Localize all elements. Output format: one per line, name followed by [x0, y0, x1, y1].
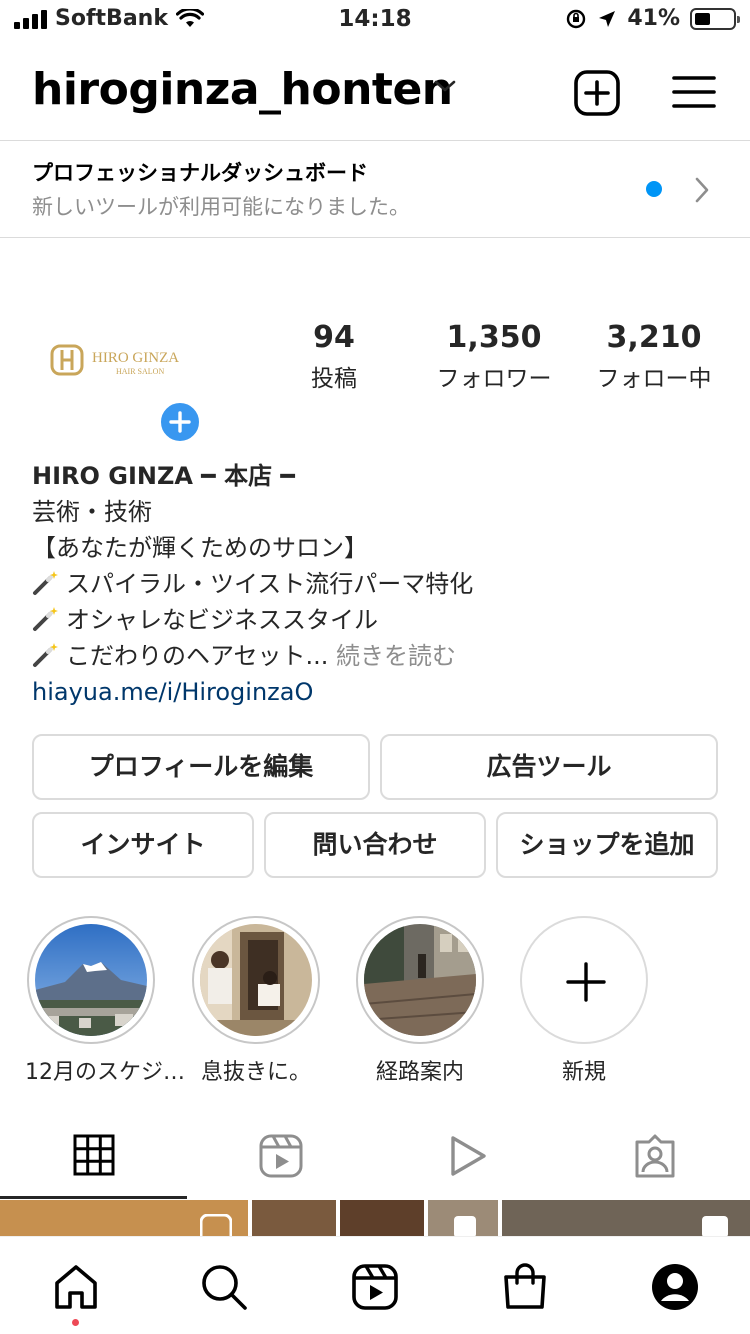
bio-line-wand: スパイラル・ツイスト流行パーマ特化: [32, 566, 732, 602]
contact-button[interactable]: 問い合わせ: [264, 812, 486, 878]
highlight-label: 息抜きに。: [200, 1060, 311, 1085]
bio-text: オシャレなビジネススタイル: [66, 606, 378, 634]
nav-search[interactable]: [198, 1261, 250, 1313]
highlight-image-street: [364, 924, 476, 1036]
divider: [0, 237, 750, 238]
nav-shop[interactable]: [499, 1261, 551, 1313]
menu-icon[interactable]: [672, 72, 716, 112]
grid-icon: [73, 1134, 114, 1176]
nav-reels[interactable]: [349, 1261, 401, 1313]
highlight-ring: [356, 916, 484, 1044]
highlight-directions[interactable]: 経路案内: [354, 916, 486, 1086]
highlight-ring: [520, 916, 648, 1044]
magic-wand-icon: [33, 607, 58, 631]
bio-line-wand: オシャレなビジネススタイル: [32, 602, 732, 638]
highlight-new[interactable]: 新規: [518, 916, 650, 1086]
reels-icon: [259, 1134, 302, 1178]
stat-value: 3,210: [606, 320, 702, 355]
notification-dot: [646, 181, 662, 197]
category-label: 芸術・技術: [32, 498, 152, 526]
account-username[interactable]: hiroginza_honten: [32, 64, 453, 115]
read-more-link[interactable]: 続きを読む: [328, 642, 456, 670]
post-thumbnail[interactable]: [428, 1200, 498, 1236]
nav-profile[interactable]: [649, 1261, 701, 1313]
ad-tools-button[interactable]: 広告ツール: [380, 734, 718, 800]
bio-line: 【あなたが輝くためのサロン】: [32, 534, 368, 562]
status-bar: SoftBank 14:18 41%: [0, 0, 750, 40]
post-thumbnail[interactable]: [340, 1200, 424, 1236]
tagged-user-icon: [635, 1134, 674, 1178]
home-icon: [55, 1265, 97, 1309]
reels-icon: [352, 1264, 398, 1310]
profile-avatar[interactable]: HIRO GINZA HAIR SALON: [32, 292, 202, 444]
tab-videos[interactable]: [374, 1126, 561, 1200]
logo-subtext: HAIR SALON: [116, 367, 164, 376]
stat-value: 94: [313, 320, 355, 355]
video-play-icon: [450, 1136, 486, 1176]
tab-reels[interactable]: [187, 1126, 374, 1200]
chevron-down-icon[interactable]: [432, 78, 458, 94]
magic-wand-icon: [33, 571, 58, 595]
edit-profile-button[interactable]: プロフィールを編集: [32, 734, 370, 800]
search-icon: [202, 1265, 247, 1310]
posts-grid: [0, 1200, 750, 1236]
bio-text: こだわりのヘアセット...: [66, 642, 329, 670]
chevron-right-icon: [695, 177, 709, 203]
posts-count[interactable]: 94 投稿: [300, 320, 368, 393]
logo-text: HIRO GINZA: [92, 350, 179, 366]
post-thumbnail[interactable]: [0, 1200, 248, 1236]
highlight-label: 12月のスケジ…: [25, 1060, 185, 1085]
location-arrow-icon: [599, 10, 616, 27]
profile-header: hiroginza_honten: [0, 52, 750, 132]
reels-icon: [200, 1214, 232, 1236]
highlight-label: 経路案内: [375, 1060, 464, 1085]
profile-bio: HIRO GINZA ━ 本店 ━ 芸術・技術 【あなたが輝くためのサロン】 ス…: [32, 458, 732, 710]
active-tab-indicator: [0, 1196, 187, 1199]
post-thumbnail[interactable]: [252, 1200, 336, 1236]
highlight-ring: [27, 916, 155, 1044]
add-story-button[interactable]: [158, 400, 202, 444]
orientation-lock-icon: [567, 9, 586, 28]
highlight-schedule[interactable]: 12月のスケジ…: [25, 916, 185, 1086]
profile-avatar-icon: [652, 1264, 698, 1310]
insights-button[interactable]: インサイト: [32, 812, 254, 878]
bottom-navigation: [0, 1236, 750, 1334]
plus-icon: [566, 962, 606, 1002]
following-count[interactable]: 3,210 フォロー中: [586, 320, 722, 393]
add-shop-button[interactable]: ショップを追加: [496, 812, 718, 878]
stat-label: 投稿: [311, 366, 357, 392]
website-link[interactable]: hiayua.me/i/HiroginzaO: [32, 674, 732, 710]
tab-tagged[interactable]: [561, 1126, 748, 1200]
highlight-label: 新規: [561, 1060, 606, 1085]
battery-percent: 41%: [627, 6, 680, 31]
tab-posts-grid[interactable]: [0, 1126, 187, 1200]
dashboard-subtitle: 新しいツールが利用可能になりました。: [32, 195, 410, 219]
highlight-image-mount-fuji: [35, 924, 147, 1036]
magic-wand-icon: [33, 643, 58, 667]
new-post-icon[interactable]: [574, 70, 620, 116]
highlight-image-salon: [200, 924, 312, 1036]
battery-icon: [690, 7, 740, 30]
shop-bag-icon: [504, 1263, 546, 1309]
followers-count[interactable]: 1,350 フォロワー: [426, 320, 562, 393]
bio-text: スパイラル・ツイスト流行パーマ特化: [66, 570, 474, 598]
activity-dot: [72, 1319, 79, 1326]
bio-line-wand: こだわりのヘアセット... 続きを読む: [32, 638, 732, 674]
stat-label: フォロワー: [436, 366, 552, 392]
professional-dashboard-banner[interactable]: プロフェッショナルダッシュボード 新しいツールが利用可能になりました。: [0, 141, 750, 237]
hiro-ginza-logo: HIRO GINZA HAIR SALON: [50, 344, 179, 376]
stat-label: フォロー中: [596, 366, 712, 392]
dashboard-title: プロフェッショナルダッシュボード: [32, 161, 368, 185]
plus-icon: [169, 411, 191, 433]
post-thumbnail[interactable]: [502, 1200, 750, 1236]
stat-value: 1,350: [446, 320, 542, 355]
highlight-ring: [192, 916, 320, 1044]
nav-home[interactable]: [50, 1261, 102, 1313]
highlight-break[interactable]: 息抜きに。: [190, 916, 322, 1086]
profile-content-tabs: [0, 1126, 750, 1200]
display-name: HIRO GINZA ━ 本店 ━: [32, 462, 295, 490]
